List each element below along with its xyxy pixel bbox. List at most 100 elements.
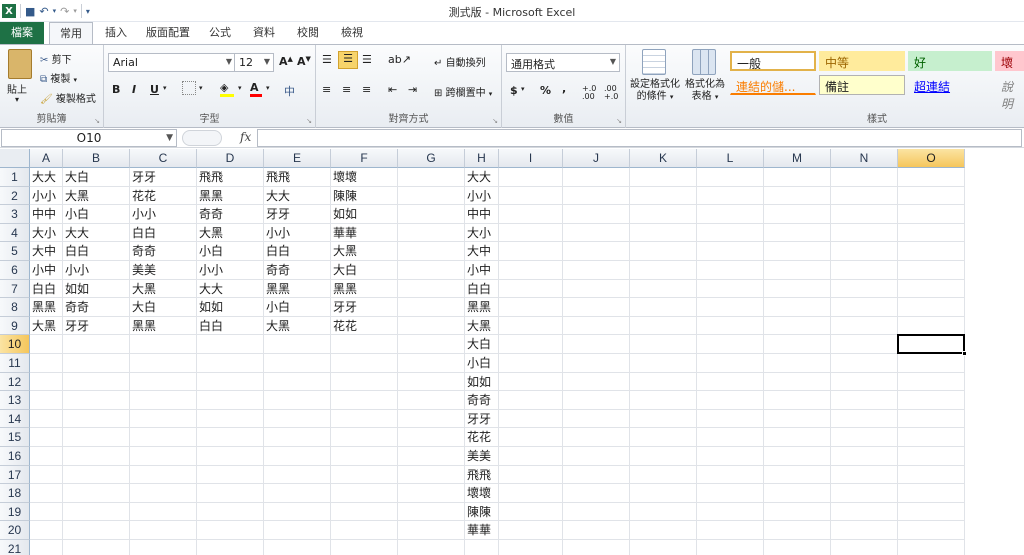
cell[interactable] [898, 447, 965, 466]
worksheet-grid[interactable]: A B C D E F G H I J K L M N O 1 大大 大白 牙牙 飛飛 飛飛 壞壞 大大 2 小小 大黑 花花 黑黑大… [0, 149, 1024, 555]
cell[interactable]: 大白 [63, 168, 130, 187]
cell[interactable]: 大小 [465, 223, 499, 243]
cell[interactable] [331, 484, 398, 503]
cell[interactable] [831, 205, 898, 224]
cell[interactable] [898, 186, 965, 206]
cell[interactable] [898, 372, 965, 392]
cell[interactable] [63, 447, 130, 466]
fill-color-button[interactable]: ◈ [220, 81, 234, 97]
cell[interactable] [264, 409, 331, 429]
cell[interactable] [499, 391, 563, 410]
cell[interactable]: 黑黑 [130, 316, 197, 336]
borders-icon[interactable] [182, 81, 196, 95]
cell[interactable] [398, 335, 465, 354]
shrink-font-button[interactable]: A▼ [297, 55, 311, 68]
cell[interactable]: 奇奇 [63, 298, 130, 317]
cell[interactable]: 白白 [63, 242, 130, 261]
cell[interactable] [831, 502, 898, 522]
cell[interactable] [499, 484, 563, 503]
column-header-a[interactable]: A [30, 149, 63, 168]
cell[interactable] [130, 428, 197, 447]
formula-bar-splitter[interactable] [182, 130, 222, 146]
cell[interactable] [197, 354, 264, 373]
cell[interactable] [630, 186, 697, 206]
cell[interactable] [563, 447, 630, 466]
row-header[interactable]: 8 [0, 298, 30, 317]
number-launcher-icon[interactable]: ↘ [616, 117, 622, 125]
cell[interactable]: 花花 [331, 316, 398, 336]
comma-button[interactable]: , [562, 82, 566, 95]
column-header-m[interactable]: M [764, 149, 831, 168]
cell[interactable] [130, 484, 197, 503]
cell[interactable] [63, 409, 130, 429]
tab-view[interactable]: 檢視 [334, 22, 370, 44]
cell[interactable] [764, 409, 831, 429]
cell[interactable] [898, 205, 965, 224]
cell[interactable] [264, 484, 331, 503]
cell[interactable] [764, 540, 831, 555]
cell[interactable] [264, 354, 331, 373]
style-normal[interactable]: 一般 [730, 51, 816, 71]
cell[interactable] [499, 428, 563, 447]
cell[interactable] [499, 186, 563, 206]
cell[interactable] [630, 242, 697, 261]
cell[interactable] [563, 279, 630, 299]
cell[interactable]: 奇奇 [197, 205, 264, 224]
cell[interactable] [264, 372, 331, 392]
cell[interactable] [630, 335, 697, 354]
cell[interactable] [197, 447, 264, 466]
copy-dropdown-icon[interactable]: ▾ [74, 76, 78, 84]
text-orientation-icon[interactable]: ab↗ [388, 53, 411, 66]
column-header-c[interactable]: C [130, 149, 197, 168]
column-header-g[interactable]: G [398, 149, 465, 168]
cell[interactable] [331, 335, 398, 354]
cell[interactable] [563, 391, 630, 410]
cell[interactable]: 大黑 [197, 223, 264, 243]
cell[interactable] [264, 391, 331, 410]
cell[interactable] [499, 372, 563, 392]
cell[interactable] [764, 223, 831, 243]
cell[interactable] [30, 502, 63, 522]
cell[interactable] [898, 354, 965, 373]
currency-dropdown-icon[interactable]: ▾ [521, 85, 525, 93]
font-name-select[interactable]: Arial ▼ [108, 53, 236, 72]
cell[interactable] [630, 298, 697, 317]
cell[interactable] [831, 428, 898, 447]
cell[interactable]: 小小 [130, 205, 197, 224]
cell[interactable] [898, 409, 965, 429]
cell[interactable] [398, 391, 465, 410]
cell[interactable] [697, 242, 764, 261]
cell[interactable] [499, 168, 563, 187]
column-header-i[interactable]: I [499, 149, 563, 168]
cell[interactable] [331, 502, 398, 522]
cell[interactable]: 小中 [30, 261, 63, 280]
align-right-icon[interactable]: ≡ [362, 83, 371, 96]
cell[interactable] [563, 242, 630, 261]
cell[interactable] [764, 279, 831, 299]
cell[interactable] [197, 372, 264, 392]
phonetic-guide-button[interactable]: 中 [284, 83, 295, 99]
row-header[interactable]: 13 [0, 391, 30, 410]
paste-button[interactable]: 貼上 [7, 81, 27, 96]
cell[interactable] [398, 354, 465, 373]
cell[interactable]: 白白 [465, 279, 499, 299]
cell[interactable] [398, 372, 465, 392]
cell[interactable] [30, 447, 63, 466]
cell[interactable] [831, 465, 898, 485]
cell[interactable] [563, 168, 630, 187]
copy-button[interactable]: ⧉ 複製 ▾ [40, 70, 77, 85]
cell[interactable] [130, 335, 197, 354]
cell[interactable] [697, 186, 764, 206]
select-all-corner[interactable] [0, 149, 30, 168]
cell[interactable]: 白白 [30, 279, 63, 299]
cell[interactable] [563, 521, 630, 540]
cell[interactable] [764, 242, 831, 261]
cell[interactable] [197, 335, 264, 354]
cell[interactable] [831, 298, 898, 317]
tab-formulas[interactable]: 公式 [202, 22, 238, 44]
cell[interactable] [398, 205, 465, 224]
cell[interactable]: 牙牙 [63, 316, 130, 336]
cell[interactable] [697, 354, 764, 373]
cell[interactable] [898, 279, 965, 299]
cell[interactable] [697, 261, 764, 280]
